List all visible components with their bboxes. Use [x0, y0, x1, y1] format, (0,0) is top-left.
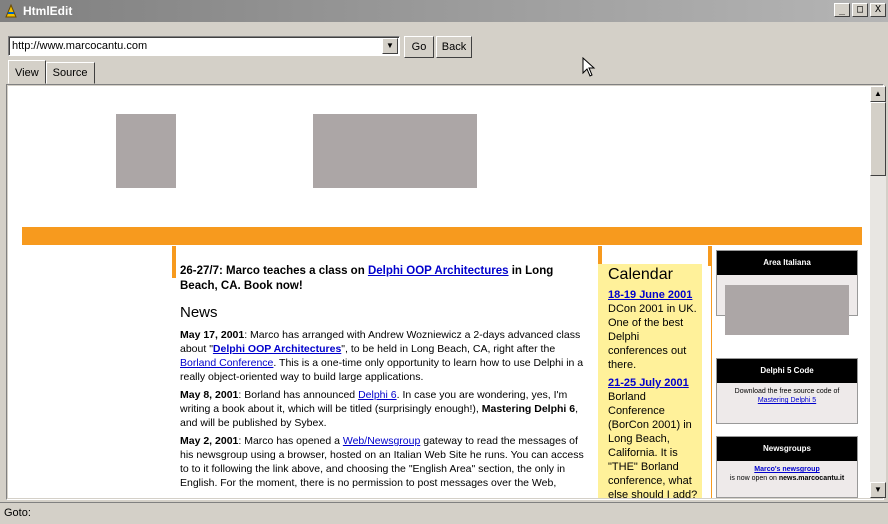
news-item: May 8, 2001: Borland has announced Delph… [180, 389, 579, 429]
sidebar-box-delphi5: Delphi 5 Code Download the free source c… [716, 358, 858, 424]
orange-marker [598, 246, 602, 266]
tab-strip: View Source [8, 60, 95, 84]
tab-view[interactable]: View [8, 60, 46, 84]
title-bar[interactable]: HtmlEdit _ □ X [0, 0, 888, 22]
news-column: 26-27/7: Marco teaches a class on Delphi… [180, 264, 592, 494]
news-link[interactable]: Delphi 6 [358, 389, 397, 401]
back-button[interactable]: Back [436, 36, 472, 58]
headline-link[interactable]: Delphi OOP Architectures [368, 265, 509, 277]
sidebar-box-text: Download the free source code of Masteri… [717, 383, 857, 409]
orange-bar [22, 227, 862, 245]
status-bar: Goto: [0, 502, 888, 524]
orange-marker [172, 246, 176, 278]
calendar-event-text: DCon 2001 in UK. One of the best Delphi … [608, 303, 697, 371]
app-icon [3, 3, 19, 19]
news-heading: News [180, 304, 218, 321]
scroll-down-arrow-icon[interactable]: ▼ [870, 482, 886, 498]
sidebar-box-area-italiana: Area Italiana [716, 250, 858, 335]
calendar-event-text: Borland Conference (BorCon 2001) in Long… [608, 391, 698, 501]
sidebar-box-text: Marco's newsgroup is now open on news.ma… [717, 461, 857, 487]
sidebar-image [725, 285, 849, 335]
tab-source[interactable]: Source [45, 62, 95, 84]
scroll-thumb[interactable] [870, 102, 886, 176]
go-button[interactable]: Go [404, 36, 434, 58]
calendar-heading: Calendar [608, 266, 673, 283]
logo-image [116, 114, 176, 188]
sidebar-box-title: Area Italiana [717, 251, 857, 275]
url-combobox[interactable]: http://www.marcocantu.com ▼ [8, 36, 400, 56]
url-input[interactable]: http://www.marcocantu.com [12, 40, 147, 52]
close-button[interactable]: X [870, 3, 886, 17]
calendar-panel: Calendar 18-19 June 2001 DCon 2001 in UK… [598, 264, 702, 501]
sidebar-box-title: Delphi 5 Code [717, 359, 857, 383]
minimize-button[interactable]: _ [834, 3, 850, 17]
news-link[interactable]: Delphi OOP Architectures [213, 343, 341, 355]
sidebar-link[interactable]: Mastering Delphi 5 [719, 396, 855, 405]
news-link[interactable]: Web/Newsgroup [343, 435, 420, 447]
mouse-pointer-icon [582, 57, 596, 77]
scroll-up-arrow-icon[interactable]: ▲ [870, 86, 886, 102]
chevron-down-icon[interactable]: ▼ [382, 38, 398, 54]
banner-image [313, 114, 477, 188]
address-toolbar: http://www.marcocantu.com ▼ Go Back [0, 22, 888, 58]
news-link[interactable]: Borland Conference [180, 357, 273, 369]
status-text: Goto: [4, 507, 31, 519]
news-item: May 2, 2001: Marco has opened a Web/News… [180, 435, 584, 489]
maximize-button[interactable]: □ [852, 3, 868, 17]
sidebar-link[interactable]: Marco's newsgroup [719, 465, 855, 474]
headline: 26-27/7: Marco teaches a class on Delphi… [180, 265, 554, 292]
news-item: May 17, 2001: Marco has arranged with An… [180, 329, 584, 383]
divider [711, 246, 712, 498]
sidebar-box-newsgroups: Newsgroups Marco's newsgroup is now open… [716, 436, 858, 498]
vertical-scrollbar[interactable]: ▲ ▼ [870, 86, 886, 498]
window-title: HtmlEdit [23, 4, 73, 18]
calendar-date-link[interactable]: 18-19 June 2001 [608, 288, 702, 302]
sidebar-box-title: Newsgroups [717, 437, 857, 461]
calendar-date-link[interactable]: 21-25 July 2001 [608, 376, 702, 390]
